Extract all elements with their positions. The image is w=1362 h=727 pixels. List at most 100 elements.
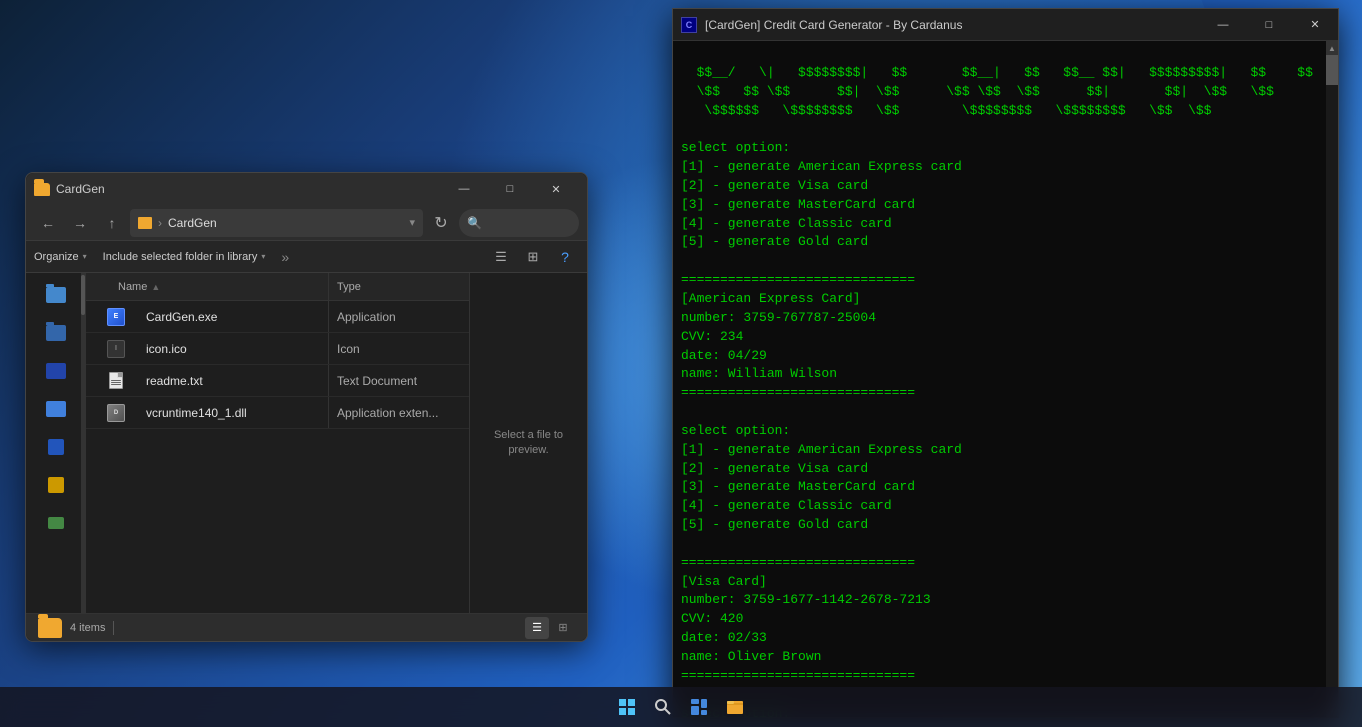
menu-2-opt5: [5] - generate Gold card <box>681 517 868 532</box>
ribbon-more-button[interactable]: » <box>281 249 289 265</box>
sidebar-nav <box>26 273 86 613</box>
minimize-button[interactable]: — <box>441 173 487 205</box>
result-1-divider-bot: ============================== <box>681 385 915 400</box>
file-list-header: Name ▲ Type <box>86 273 469 301</box>
scroll-thumb <box>1326 55 1338 85</box>
banner-line-2: \$$ $$ \$$ $$| \$$ \$$ \$$ \$$ $$| $$| \… <box>681 84 1274 99</box>
file-icon-cell-exe: E <box>86 308 146 326</box>
forward-button[interactable]: → <box>66 209 94 237</box>
maximize-button[interactable]: □ <box>487 173 533 205</box>
file-name-dll: vcruntime140_1.dll <box>146 406 328 420</box>
terminal-body: $$__/ \| $$$$$$$$| $$ $$__| $$ $$__ $$| … <box>673 41 1338 717</box>
file-row-iconico[interactable]: I icon.ico Icon <box>86 333 469 365</box>
menu-2-opt1: [1] - generate American Express card <box>681 442 962 457</box>
refresh-button[interactable]: ↻ <box>427 209 455 237</box>
address-bar[interactable]: › CardGen ▾ <box>130 209 423 237</box>
terminal-content[interactable]: $$__/ \| $$$$$$$$| $$ $$__| $$ $$__ $$| … <box>673 41 1326 717</box>
result-1-cvv: CVV: 234 <box>681 329 743 344</box>
terminal-app-icon: C <box>681 17 697 33</box>
include-folder-button[interactable]: Include selected folder in library ▾ <box>103 251 266 263</box>
menu-2-opt3: [3] - generate MasterCard card <box>681 479 915 494</box>
menu-2-opt4: [4] - generate Classic card <box>681 498 892 513</box>
file-row-dll[interactable]: D vcruntime140_1.dll Application exten..… <box>86 397 469 429</box>
view-buttons: ☰ ⊞ ? <box>487 245 579 269</box>
scroll-up-arrow[interactable]: ▲ <box>1326 41 1338 55</box>
sidebar-item-4[interactable] <box>36 391 76 427</box>
menu-1-opt4: [4] - generate Classic card <box>681 216 892 231</box>
explorer-ribbon: Organize ▾ Include selected folder in li… <box>26 241 587 273</box>
file-explorer-window: CardGen — □ ✕ ← → ↑ › CardGen ▾ ↻ 🔍 Orga… <box>25 172 588 642</box>
sidebar-scroll-thumb <box>81 275 85 315</box>
terminal-controls: — □ ✕ <box>1200 9 1338 41</box>
sidebar-item-6[interactable] <box>36 467 76 503</box>
dll-icon: D <box>107 404 125 422</box>
sidebar-item-2[interactable] <box>36 315 76 351</box>
organize-chevron: ▾ <box>83 252 87 261</box>
result-2-date: date: 02/33 <box>681 630 767 645</box>
result-2-type: [Visa Card] <box>681 574 767 589</box>
exe-icon: E <box>107 308 125 326</box>
taskbar-center <box>611 691 751 723</box>
taskbar <box>0 687 1362 727</box>
explorer-icon <box>725 697 745 717</box>
banner-line-3: \$$$$$$ \$$$$$$$$ \$$ \$$$$$$$$ \$$$$$$$… <box>681 103 1212 118</box>
taskbar-search-button[interactable] <box>647 691 679 723</box>
result-1-type: [American Express Card] <box>681 291 860 306</box>
txt-line-1 <box>111 380 121 381</box>
file-type-iconico: Icon <box>329 342 469 356</box>
preview-text: Select a file to preview. <box>486 428 571 459</box>
status-item-count: 4 items <box>70 622 105 634</box>
search-icon: 🔍 <box>467 216 482 230</box>
file-type-cardgenexe: Application <box>329 310 469 324</box>
terminal-titlebar: C [CardGen] Credit Card Generator - By C… <box>673 9 1338 41</box>
view-icons-button[interactable]: ⊞ <box>519 245 547 269</box>
txt-icon-lines <box>111 380 121 386</box>
terminal-scrollbar[interactable]: ▲ ▼ <box>1326 41 1338 717</box>
column-name-header[interactable]: Name ▲ <box>86 281 328 293</box>
status-divider <box>113 621 114 635</box>
menu-2-opt2: [2] - generate Visa card <box>681 461 868 476</box>
result-1-number: number: 3759-767787-25004 <box>681 310 876 325</box>
banner-line-1: $$__/ \| $$$$$$$$| $$ $$__| $$ $$__ $$| … <box>681 65 1313 80</box>
result-1-name: name: William Wilson <box>681 366 837 381</box>
file-name-iconico: icon.ico <box>146 342 328 356</box>
explorer-body: Name ▲ Type E CardGen.exe Application <box>26 273 587 613</box>
preview-panel: Select a file to preview. <box>469 273 587 613</box>
terminal-maximize[interactable]: □ <box>1246 9 1292 41</box>
file-row-readmetxt[interactable]: readme.txt Text Document <box>86 365 469 397</box>
ico-icon: I <box>107 340 125 358</box>
sidebar-item-1[interactable] <box>36 277 76 313</box>
up-button[interactable]: ↑ <box>98 209 126 237</box>
taskbar-widgets-button[interactable] <box>683 691 715 723</box>
scroll-track[interactable] <box>1326 55 1338 703</box>
explorer-titlebar: CardGen — □ ✕ <box>26 173 587 205</box>
sidebar-item-5[interactable] <box>36 429 76 465</box>
taskbar-explorer-button[interactable] <box>719 691 751 723</box>
taskbar-start-button[interactable] <box>611 691 643 723</box>
status-view-tiles[interactable]: ⊞ <box>551 617 575 639</box>
sidebar-scrollbar[interactable] <box>81 273 85 613</box>
sidebar-item-7[interactable] <box>36 505 76 541</box>
status-view-details[interactable]: ☰ <box>525 617 549 639</box>
sidebar-item-3[interactable] <box>36 353 76 389</box>
menu-1-opt1: [1] - generate American Express card <box>681 159 962 174</box>
back-button[interactable]: ← <box>34 209 62 237</box>
file-name-readmetxt: readme.txt <box>146 374 328 388</box>
column-type-header[interactable]: Type <box>329 281 469 293</box>
menu-1-label: select option: <box>681 140 790 155</box>
file-icon-cell-ico: I <box>86 340 146 358</box>
view-details-button[interactable]: ☰ <box>487 245 515 269</box>
organize-button[interactable]: Organize ▾ <box>34 251 87 263</box>
file-row-cardgenexe[interactable]: E CardGen.exe Application <box>86 301 469 333</box>
terminal-close[interactable]: ✕ <box>1292 9 1338 41</box>
terminal-minimize[interactable]: — <box>1200 9 1246 41</box>
search-box[interactable]: 🔍 <box>459 209 579 237</box>
status-view-icons: ☰ ⊞ <box>525 617 575 639</box>
view-help-button[interactable]: ? <box>551 245 579 269</box>
terminal-title: [CardGen] Credit Card Generator - By Car… <box>705 18 1200 32</box>
file-type-readmetxt: Text Document <box>329 374 469 388</box>
close-button[interactable]: ✕ <box>533 173 579 205</box>
result-2-number: number: 3759-1677-1142-2678-7213 <box>681 592 931 607</box>
file-list: Name ▲ Type E CardGen.exe Application <box>86 273 469 613</box>
result-2-cvv: CVV: 420 <box>681 611 743 626</box>
